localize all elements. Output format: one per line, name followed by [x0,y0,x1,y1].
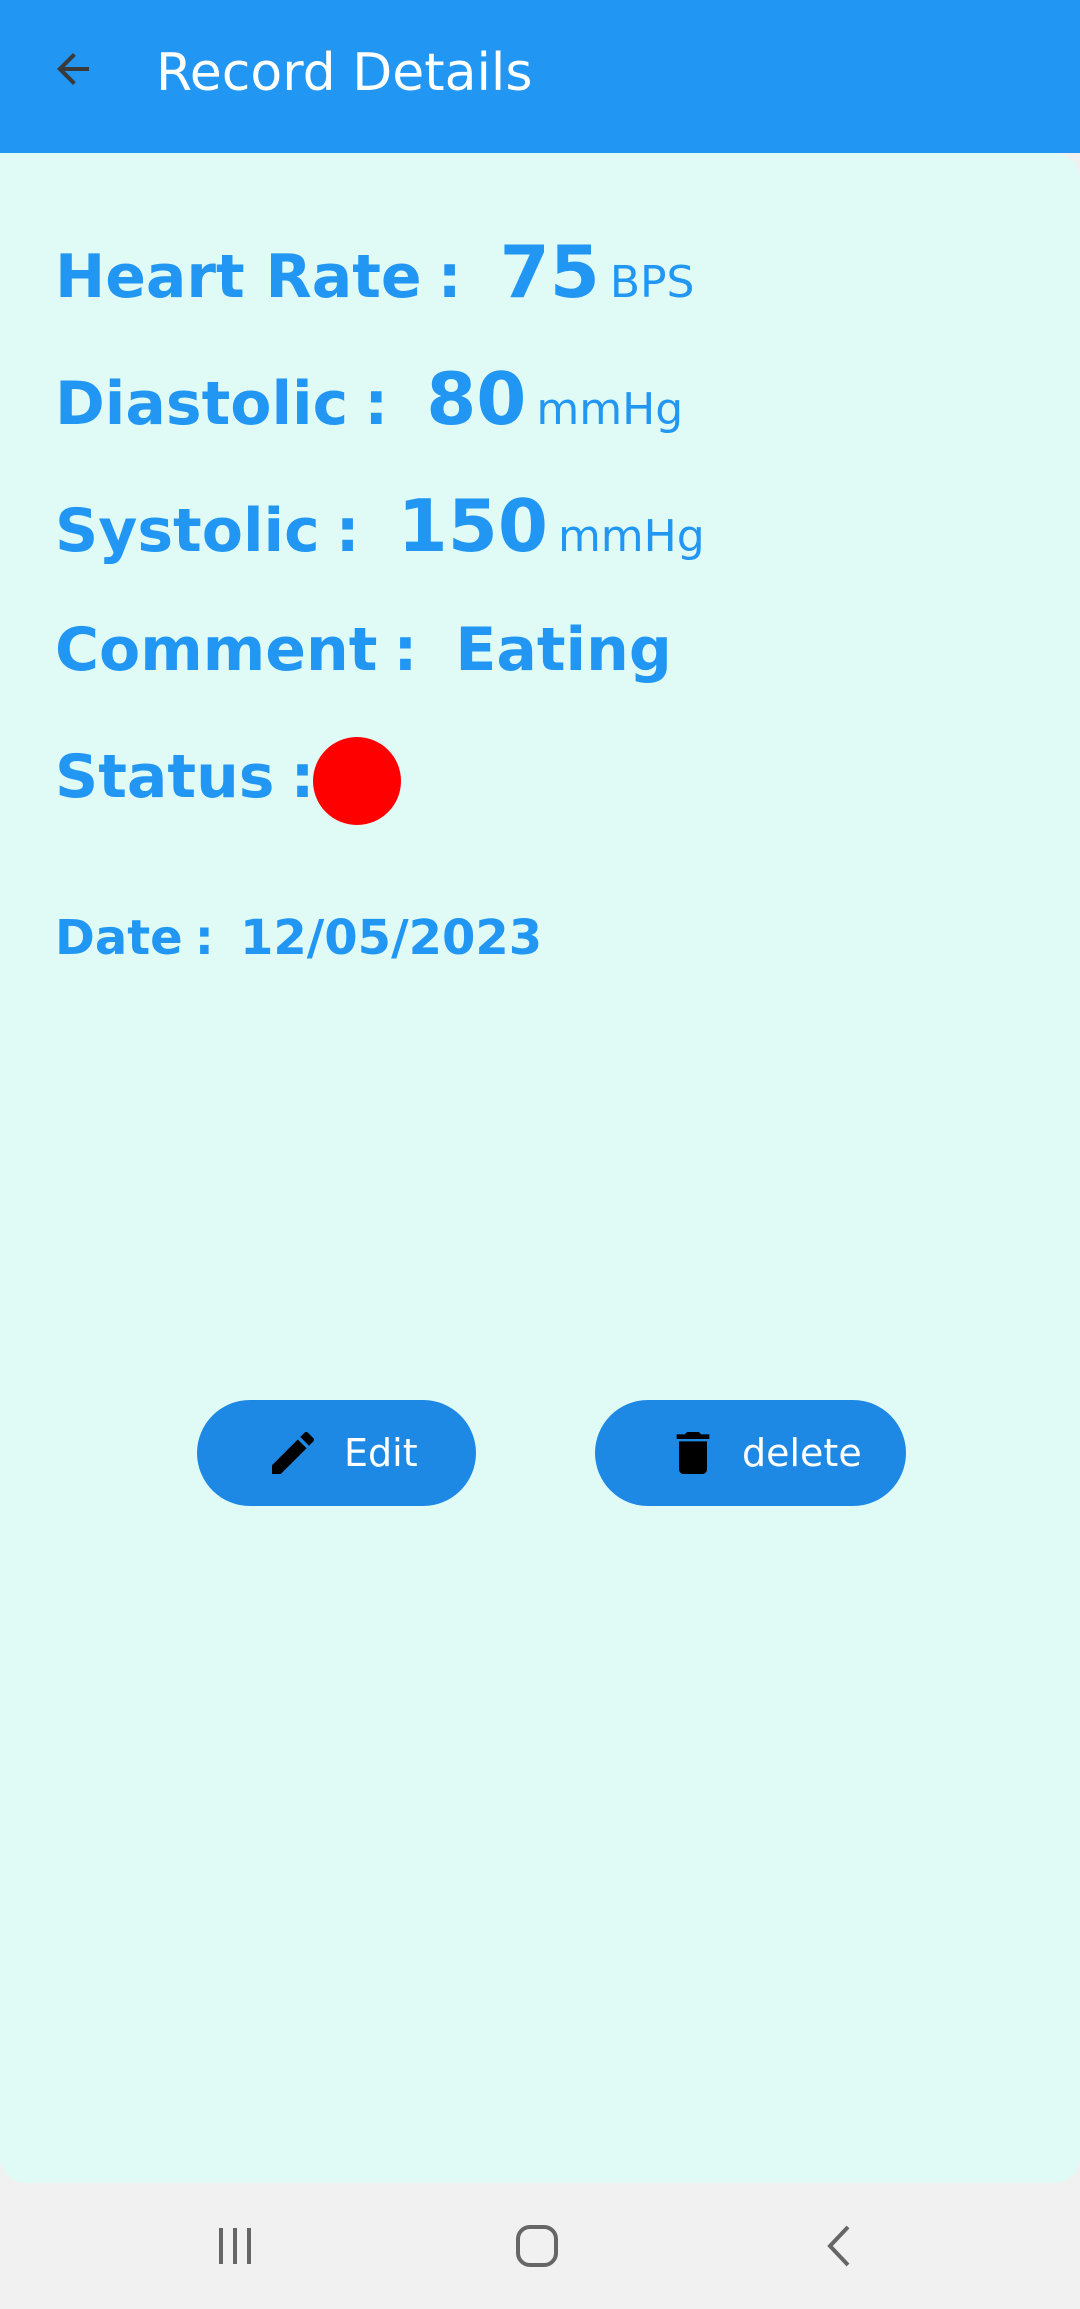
recents-icon [219,2228,251,2264]
date-row: Date : 12/05/2023 [55,910,542,966]
comment-row: Comment : Eating [55,615,672,685]
diastolic-label: Diastolic [55,369,349,439]
back-chevron-icon [827,2225,850,2267]
recents-button[interactable] [205,2218,265,2274]
status-indicator [313,737,401,825]
diastolic-value: 80 [426,357,527,441]
diastolic-colon: : [364,369,389,439]
comment-colon: : [393,615,418,685]
home-icon [516,2225,558,2267]
back-button[interactable] [40,36,106,102]
systolic-label: Systolic [55,496,320,566]
nav-back-button[interactable] [810,2218,870,2274]
arrow-left-icon [57,53,89,85]
heart-rate-label: Heart Rate [55,242,422,312]
pencil-icon [272,1431,315,1474]
systolic-row: Systolic : 150 mmHg [55,484,705,568]
delete-label: delete [742,1431,862,1475]
systolic-value: 150 [397,484,548,568]
delete-button[interactable]: delete [595,1400,906,1506]
heart-rate-colon: : [437,242,462,312]
date-label: Date [55,910,183,966]
date-value: 12/05/2023 [239,910,543,966]
systolic-unit: mmHg [557,511,705,562]
status-colon: : [290,742,315,812]
page-title: Record Details [156,43,533,103]
app-bar: Record Details [0,0,1080,153]
systolic-colon: : [335,496,360,566]
edit-button[interactable]: Edit [197,1400,476,1506]
status-label: Status [55,742,275,812]
record-details-card [0,153,1080,2183]
diastolic-unit: mmHg [536,384,684,435]
comment-value: Eating [455,615,672,685]
trash-icon [676,1432,710,1474]
status-row: Status : [55,742,315,812]
heart-rate-row: Heart Rate : 75 BPS [55,230,694,314]
heart-rate-value: 75 [499,230,600,314]
edit-label: Edit [344,1431,418,1475]
date-colon: : [194,910,214,966]
heart-rate-unit: BPS [609,257,695,308]
home-button[interactable] [507,2218,567,2274]
diastolic-row: Diastolic : 80 mmHg [55,357,683,441]
comment-label: Comment [55,615,378,685]
system-nav-bar [0,2183,1080,2309]
